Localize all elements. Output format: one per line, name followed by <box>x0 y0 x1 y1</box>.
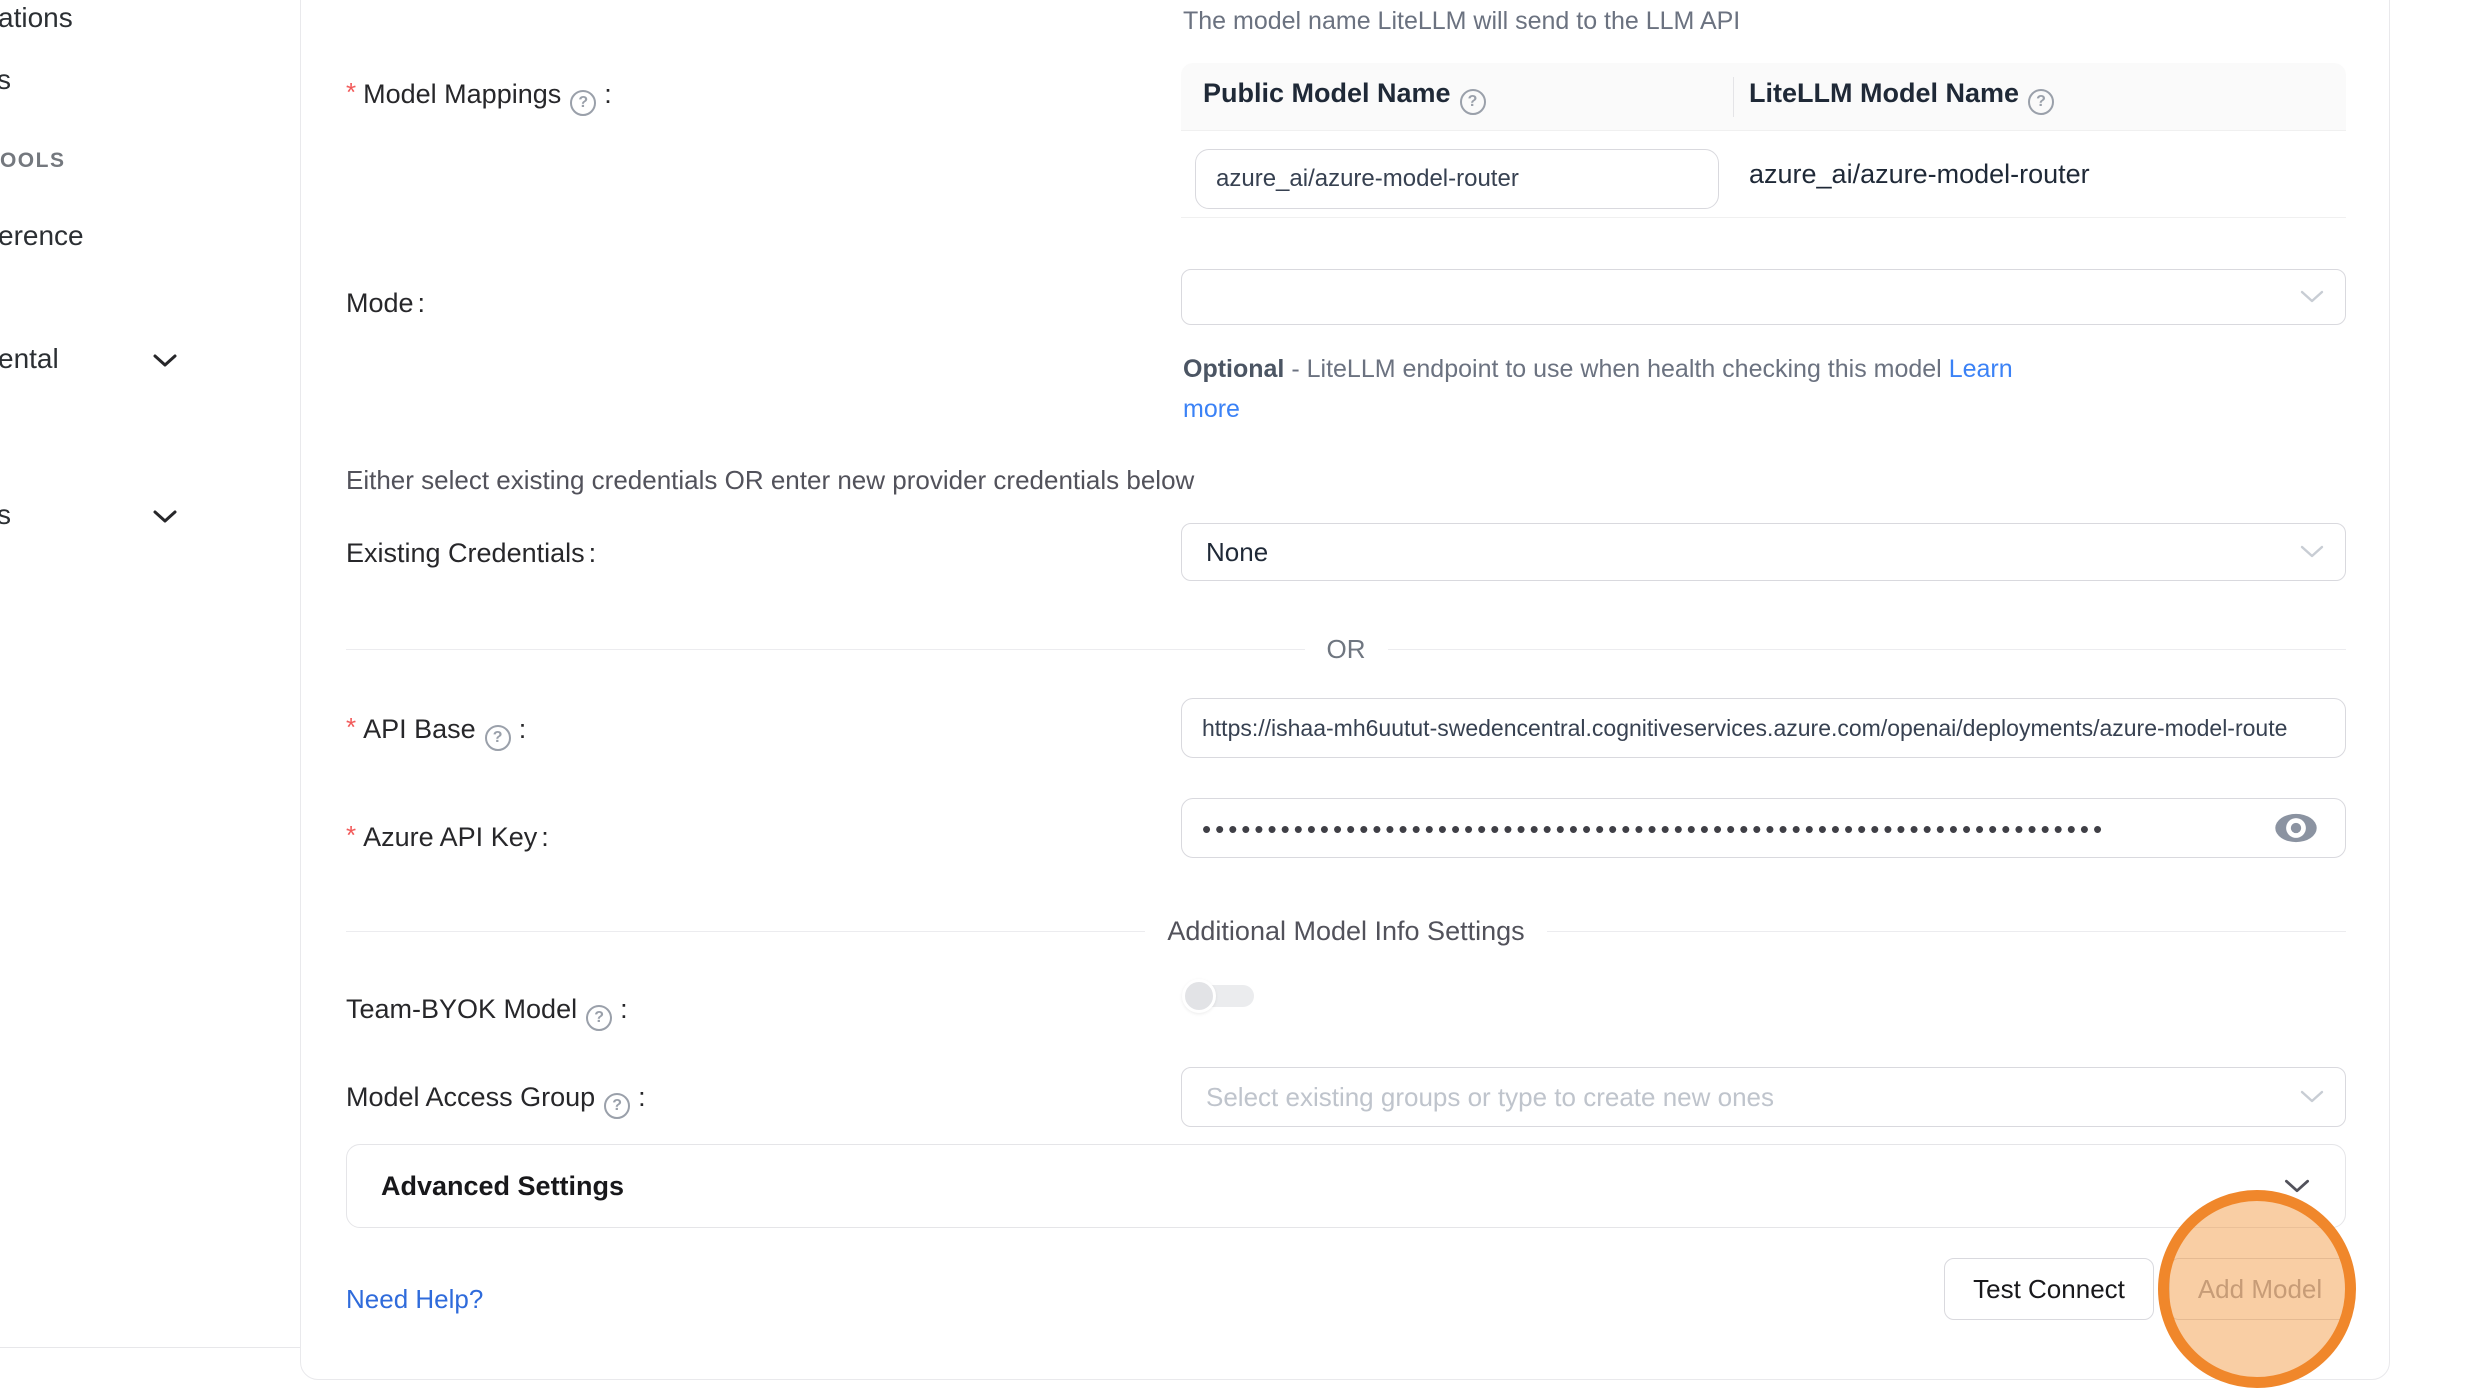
chevron-down-icon <box>2299 289 2325 305</box>
model-name-helper-text: The model name LiteLLM will send to the … <box>1183 7 1740 36</box>
model-mappings-label: *Model Mappings?: <box>346 77 612 116</box>
sidebar-item-truncated-3[interactable]: erence <box>0 220 84 252</box>
advanced-settings-title: Advanced Settings <box>381 1171 2283 1202</box>
model-access-group-label: Model Access Group?: <box>346 1082 646 1119</box>
additional-info-divider: Additional Model Info Settings <box>346 917 2346 945</box>
chevron-down-icon[interactable] <box>152 352 178 368</box>
azure-api-key-label: *Azure API Key: <box>346 820 549 853</box>
highlight-circle <box>2158 1190 2356 1388</box>
sidebar-item-truncated-4[interactable]: ental <box>0 343 59 375</box>
api-base-label: *API Base?: <box>346 712 526 751</box>
header-column-divider <box>1733 77 1734 117</box>
credentials-note: Either select existing credentials OR en… <box>346 465 1194 496</box>
public-model-name-header: Public Model Name? <box>1181 78 1733 115</box>
team-byok-label: Team-BYOK Model?: <box>346 994 628 1031</box>
help-icon[interactable]: ? <box>604 1093 630 1119</box>
mode-select[interactable] <box>1181 269 2346 325</box>
mode-label: Mode: <box>346 288 425 319</box>
help-icon[interactable]: ? <box>586 1005 612 1031</box>
chevron-down-icon <box>2299 544 2325 560</box>
chevron-down-icon[interactable] <box>152 508 178 524</box>
model-mappings-table-row: azure_ai/azure-model-router azure_ai/azu… <box>1181 131 2346 218</box>
model-access-group-select[interactable]: Select existing groups or type to create… <box>1181 1067 2346 1127</box>
test-connect-button[interactable]: Test Connect <box>1944 1258 2154 1320</box>
sidebar-item-truncated-2[interactable]: s <box>0 64 11 96</box>
team-byok-toggle[interactable] <box>1184 985 1254 1007</box>
help-icon[interactable]: ? <box>1460 89 1486 115</box>
select-placeholder: Select existing groups or type to create… <box>1206 1082 1774 1113</box>
toggle-knob <box>1182 979 1216 1013</box>
help-icon[interactable]: ? <box>2028 89 2054 115</box>
model-mappings-table-header: Public Model Name? LiteLLM Model Name? <box>1181 63 2346 131</box>
masked-password-dots: ••••••••••••••••••••••••••••••••••••••••… <box>1202 814 2242 845</box>
help-icon[interactable]: ? <box>570 90 596 116</box>
or-divider: OR <box>346 635 2346 663</box>
litellm-model-name-value: azure_ai/azure-model-router <box>1749 131 2090 217</box>
need-help-link[interactable]: Need Help? <box>346 1284 483 1315</box>
required-asterisk: * <box>346 712 356 742</box>
api-base-input[interactable]: https://ishaa-mh6uutut-swedencentral.cog… <box>1181 698 2346 758</box>
sidebar-section-tools: TOOLS <box>0 149 65 173</box>
model-mappings-table: Public Model Name? LiteLLM Model Name? a… <box>1181 63 2346 218</box>
required-asterisk: * <box>346 820 356 850</box>
litellm-model-name-header: LiteLLM Model Name? <box>1733 78 2346 115</box>
sidebar-item-truncated-1[interactable]: ations <box>0 2 73 34</box>
mode-helper-text: Optional - LiteLLM endpoint to use when … <box>1183 349 2043 429</box>
chevron-down-icon <box>2299 1089 2325 1105</box>
add-model-card: The model name LiteLLM will send to the … <box>300 0 2390 1380</box>
chevron-down-icon <box>2283 1178 2311 1195</box>
existing-credentials-select[interactable]: None <box>1181 523 2346 581</box>
existing-credentials-label: Existing Credentials: <box>346 538 596 569</box>
help-icon[interactable]: ? <box>485 725 511 751</box>
advanced-settings-panel[interactable]: Advanced Settings <box>346 1144 2346 1228</box>
eye-icon[interactable] <box>2273 812 2319 844</box>
sidebar-divider <box>0 1347 300 1348</box>
sidebar: ations s TOOLS erence ental s <box>0 0 300 1385</box>
sidebar-item-truncated-5[interactable]: s <box>0 499 11 531</box>
azure-api-key-input[interactable]: ••••••••••••••••••••••••••••••••••••••••… <box>1181 798 2346 858</box>
required-asterisk: * <box>346 77 356 107</box>
public-model-name-input[interactable]: azure_ai/azure-model-router <box>1195 149 1719 209</box>
